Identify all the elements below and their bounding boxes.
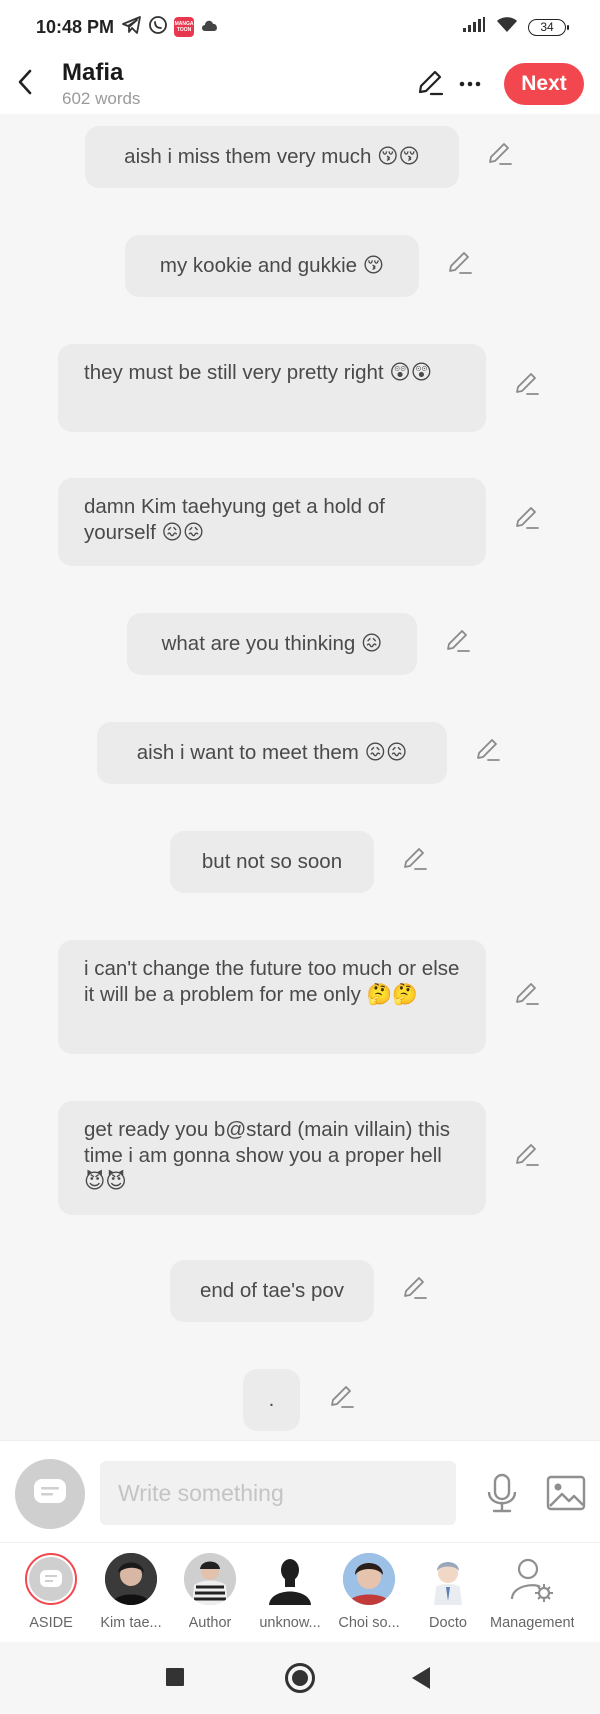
message-bubble[interactable]: get ready you b@stard (main villain) thi… [58, 1101, 486, 1215]
edit-message-icon[interactable] [447, 249, 473, 275]
aside-toggle-button[interactable] [15, 1459, 85, 1529]
avatar [184, 1553, 236, 1605]
message-bubble[interactable]: what are you thinking 😖 [127, 613, 417, 675]
status-left-icons: MANGA TOON [122, 15, 220, 40]
image-icon[interactable] [546, 1475, 586, 1511]
next-button[interactable]: Next [504, 63, 584, 105]
avatar [422, 1553, 474, 1605]
header-actions: Next [410, 63, 584, 105]
write-input[interactable] [100, 1461, 456, 1525]
back-nav-button[interactable] [412, 1667, 430, 1689]
whatsapp-icon [148, 15, 168, 40]
mangatoon-icon: MANGA TOON [174, 17, 195, 37]
speech-bubble-icon [33, 1478, 67, 1511]
edit-message-icon[interactable] [514, 370, 540, 396]
back-button[interactable] [0, 54, 50, 114]
avatar [105, 1553, 157, 1605]
message-bubble[interactable]: . [243, 1369, 300, 1431]
telegram-icon [122, 15, 142, 39]
message-bubble[interactable]: they must be still very pretty right 😲😲 [58, 344, 486, 432]
person-gear-icon [506, 1553, 558, 1605]
message-bubble[interactable]: damn Kim taehyung get a hold of yourself… [58, 478, 486, 566]
pencil-icon [416, 68, 444, 101]
status-time: 10:48 PM [36, 16, 115, 37]
battery-icon: 34 [528, 18, 569, 36]
word-count: 602 words [62, 89, 141, 108]
header: Mafia 602 words Next [0, 54, 600, 114]
edit-message-icon[interactable] [514, 980, 540, 1006]
character-label: unknow... [259, 1615, 321, 1631]
edit-title-button[interactable] [410, 64, 450, 104]
message-bubble[interactable]: i can't change the future too much or el… [58, 940, 486, 1054]
page-title: Mafia [62, 59, 124, 86]
input-bar [0, 1440, 600, 1542]
message-list: aish i miss them very much 😚😚 my kookie … [0, 114, 600, 1440]
signal-icon [462, 16, 486, 38]
character-kim-tae[interactable]: Kim tae... [89, 1553, 173, 1631]
avatar [25, 1553, 77, 1605]
status-right-icons: 34 [462, 16, 569, 38]
character-management[interactable]: Management [490, 1553, 574, 1631]
status-bar: 10:48 PM MANGA TOON 34 [0, 0, 600, 54]
recents-button[interactable] [166, 1668, 184, 1686]
avatar [264, 1553, 316, 1605]
character-unknown[interactable]: unknow... [248, 1553, 332, 1631]
title-block: Mafia 602 words [62, 59, 140, 109]
character-aside[interactable]: ASIDE [9, 1553, 93, 1631]
character-label: Management [490, 1615, 574, 1631]
home-button[interactable] [285, 1663, 315, 1693]
more-button[interactable] [450, 64, 490, 104]
more-dots-icon [458, 75, 482, 93]
speech-bubble-icon [29, 1557, 73, 1601]
edit-message-icon[interactable] [487, 140, 513, 166]
character-label: Choi so... [338, 1615, 400, 1631]
system-nav-bar [0, 1642, 600, 1714]
character-label: Author [188, 1615, 232, 1631]
message-bubble[interactable]: but not so soon [170, 831, 374, 893]
character-bar: ASIDE Kim tae... Author unknow... Choi s… [0, 1542, 600, 1642]
edit-message-icon[interactable] [402, 1274, 428, 1300]
message-bubble[interactable]: my kookie and gukkie 😚 [125, 235, 419, 297]
edit-message-icon[interactable] [514, 1141, 540, 1167]
edit-message-icon[interactable] [514, 504, 540, 530]
avatar [343, 1553, 395, 1605]
edit-message-icon[interactable] [445, 627, 471, 653]
message-bubble[interactable]: end of tae's pov [170, 1260, 374, 1322]
character-label: ASIDE [29, 1615, 73, 1631]
character-doctor[interactable]: Docto [406, 1553, 490, 1631]
microphone-icon[interactable] [484, 1473, 520, 1513]
character-author[interactable]: Author [168, 1553, 252, 1631]
chevron-left-icon [17, 69, 33, 100]
character-choi-so[interactable]: Choi so... [327, 1553, 411, 1631]
edit-message-icon[interactable] [402, 845, 428, 871]
wifi-icon [496, 16, 518, 38]
edit-message-icon[interactable] [329, 1383, 355, 1409]
message-bubble[interactable]: aish i want to meet them 😖😖 [97, 722, 447, 784]
character-label: Kim tae... [100, 1615, 162, 1631]
character-label: Docto [429, 1615, 467, 1631]
message-bubble[interactable]: aish i miss them very much 😚😚 [85, 126, 459, 188]
cloud-icon [200, 18, 220, 37]
edit-message-icon[interactable] [475, 736, 501, 762]
